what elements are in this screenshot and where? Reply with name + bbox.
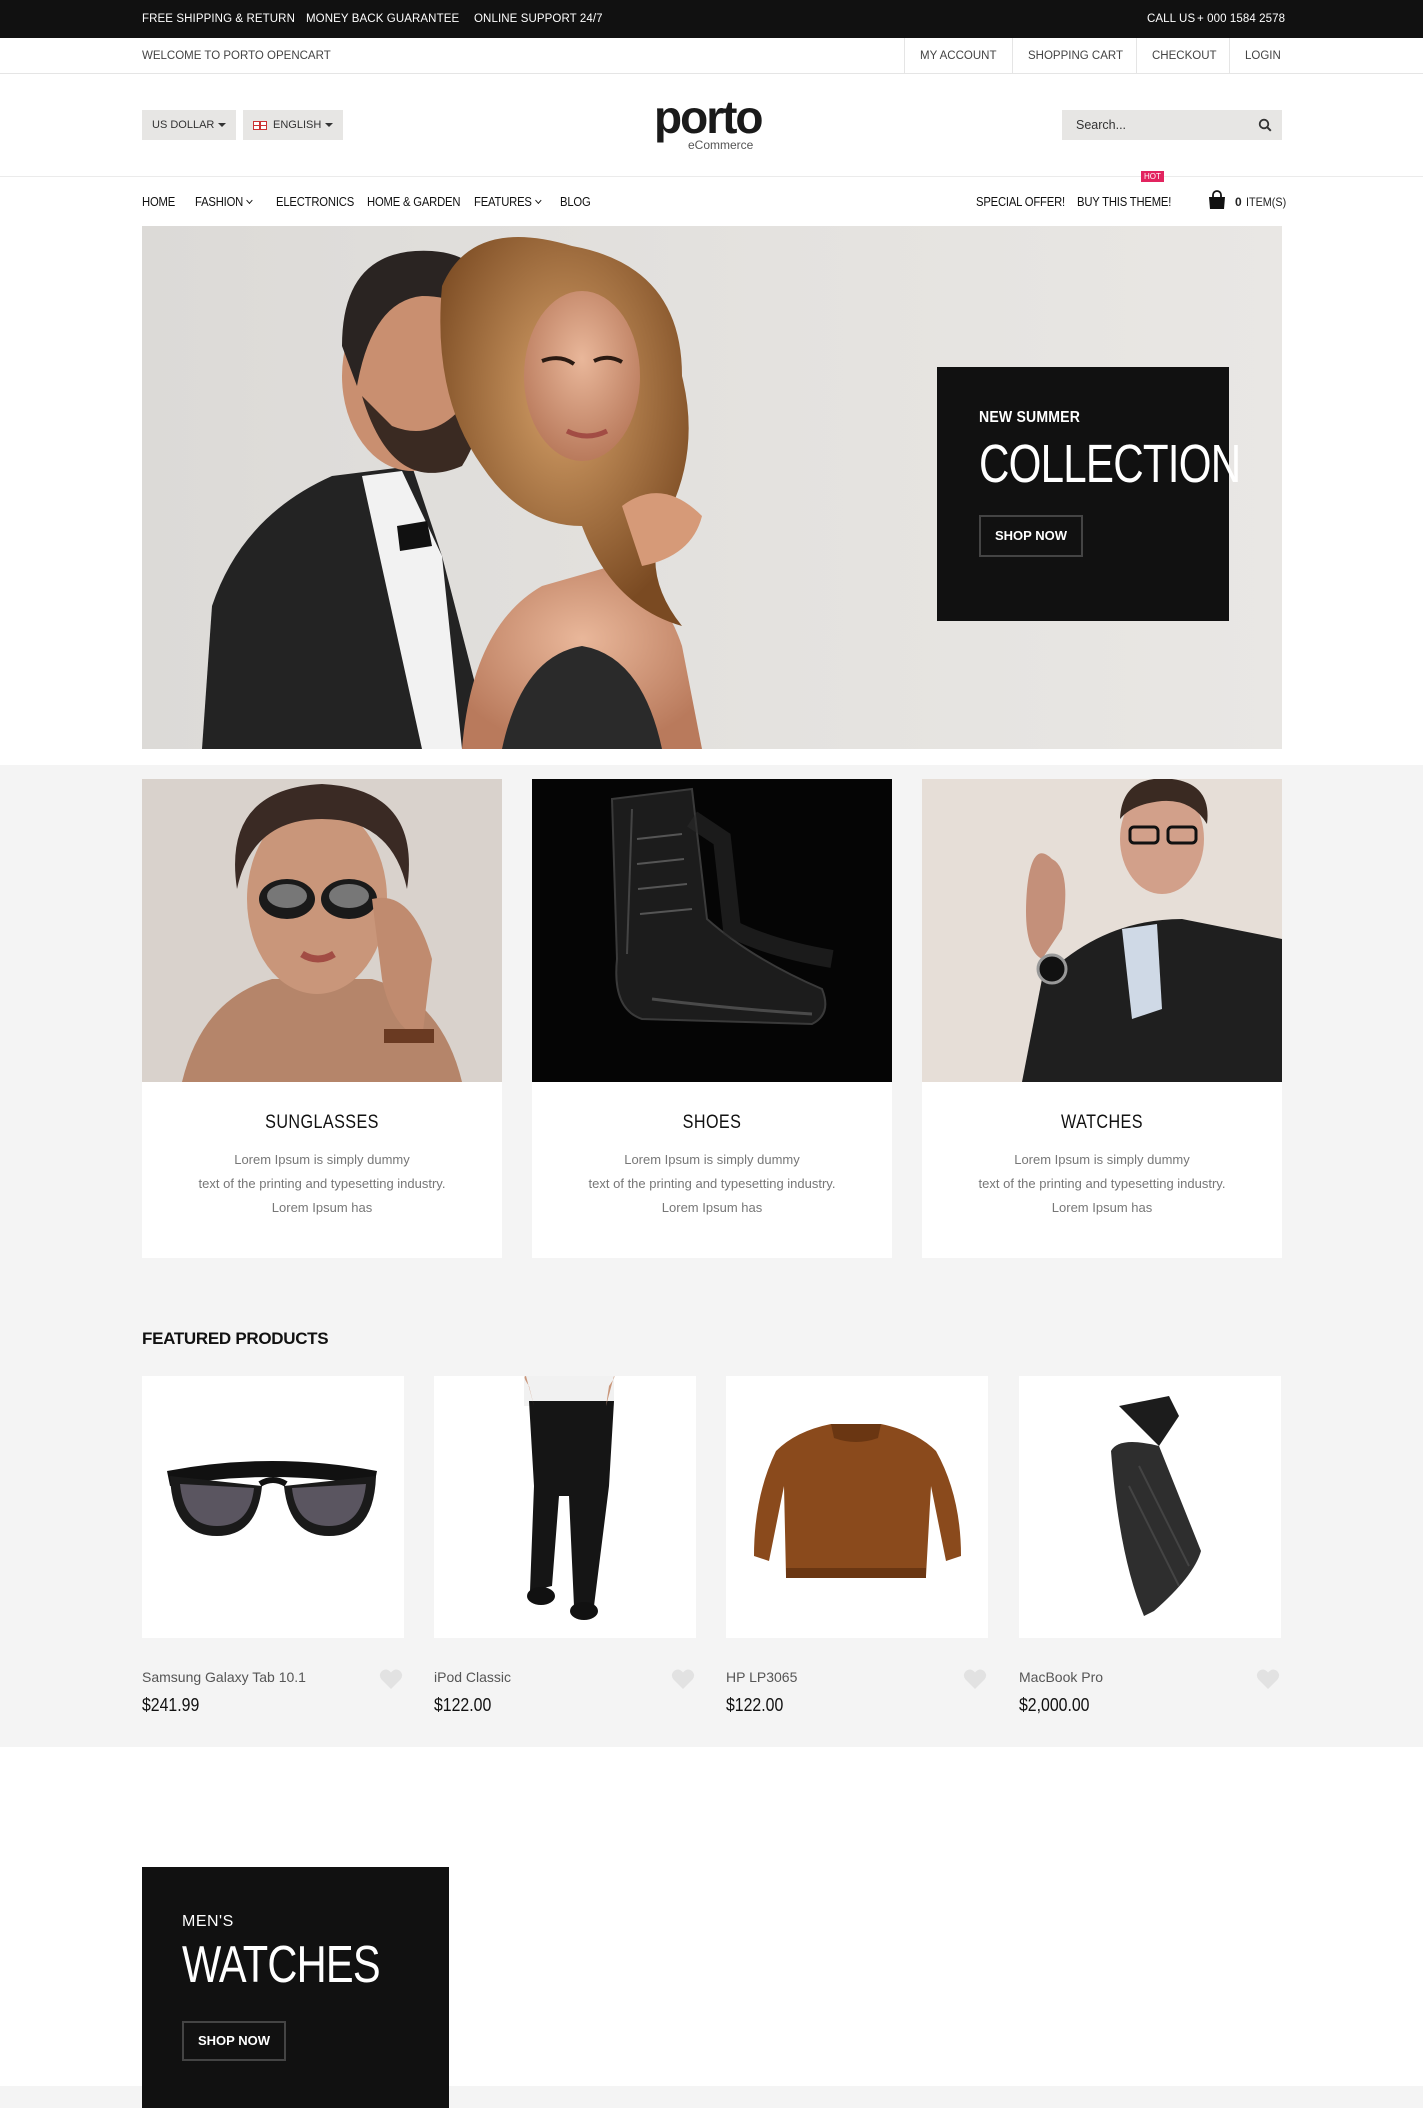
call-us-label: CALL US <box>1147 13 1196 25</box>
desc-line: Lorem Ipsum has <box>661 1200 763 1215</box>
desc-line: text of the printing and typesetting ind… <box>198 1176 446 1191</box>
promo-title: WATCHES <box>182 1936 381 1994</box>
nav-item-home[interactable]: HOME <box>142 195 175 209</box>
desc-line: Lorem Ipsum has <box>271 1200 373 1215</box>
desc-line: Lorem Ipsum has <box>1051 1200 1153 1215</box>
search-icon[interactable] <box>1258 118 1272 132</box>
currency-dropdown[interactable]: US DOLLAR <box>142 110 237 140</box>
hero-promo-box: NEW SUMMER COLLECTION SHOP NOW <box>937 367 1241 621</box>
cart-count: 0 <box>1235 195 1242 209</box>
divider <box>1012 38 1013 74</box>
product-name[interactable]: HP LP3065 <box>726 1669 797 1685</box>
caret-down-icon <box>218 123 227 128</box>
watches-image <box>922 779 1282 1082</box>
shopping-cart-link[interactable]: SHOPPING CART <box>1028 50 1123 62</box>
wishlist-heart-icon[interactable] <box>671 1668 695 1690</box>
logo-subtitle: eCommerce <box>688 138 754 152</box>
desc-line: text of the printing and typesetting ind… <box>978 1176 1226 1191</box>
header: US DOLLAR ENGLISH porto eCommerce <box>0 74 1423 177</box>
account-bar: WELCOME TO PORTO OPENCART MY ACCOUNT SHO… <box>0 38 1423 74</box>
product-image[interactable] <box>726 1376 988 1638</box>
product-image[interactable] <box>1019 1376 1281 1638</box>
free-shipping-text: FREE SHIPPING & RETURN <box>142 13 295 25</box>
divider <box>1136 38 1137 74</box>
buy-theme-link[interactable]: BUY THIS THEME! <box>1077 195 1171 209</box>
nav-item-blog[interactable]: BLOG <box>560 195 591 209</box>
nav-item-fashion[interactable]: FASHION <box>195 195 254 209</box>
support-text: ONLINE SUPPORT 24/7 <box>474 13 603 25</box>
wishlist-heart-icon[interactable] <box>1256 1668 1280 1690</box>
category-card-sunglasses[interactable]: SUNGLASSES Lorem Ipsum is simply dummy t… <box>142 779 502 1258</box>
category-card-shoes[interactable]: SHOES Lorem Ipsum is simply dummy text o… <box>532 779 892 1258</box>
product-image[interactable] <box>434 1376 696 1638</box>
top-bar: FREE SHIPPING & RETURN MONEY BACK GUARAN… <box>0 0 1423 38</box>
hot-badge: HOT <box>1141 171 1164 182</box>
shoes-image <box>532 779 892 1082</box>
product-price: $122.00 <box>434 1695 492 1715</box>
product-image[interactable] <box>142 1376 404 1638</box>
uk-flag-icon <box>253 120 267 130</box>
shopping-bag-icon <box>1209 190 1225 209</box>
product-name[interactable]: Samsung Galaxy Tab 10.1 <box>142 1669 306 1685</box>
hero-shop-now-button[interactable]: SHOP NOW <box>979 515 1083 557</box>
nav-label: BLOG <box>560 195 591 209</box>
wishlist-heart-icon[interactable] <box>963 1668 987 1690</box>
desc-line: Lorem Ipsum is simply dummy <box>624 1152 800 1167</box>
chevron-down-icon <box>246 196 254 205</box>
category-title: WATCHES <box>1061 1112 1143 1133</box>
login-link[interactable]: LOGIN <box>1245 50 1281 62</box>
my-account-link[interactable]: MY ACCOUNT <box>920 50 996 62</box>
category-description: Lorem Ipsum is simply dummy text of the … <box>922 1148 1282 1220</box>
special-offer-link[interactable]: SPECIAL OFFER! <box>976 195 1065 209</box>
category-title: SUNGLASSES <box>265 1112 379 1133</box>
desc-line: Lorem Ipsum is simply dummy <box>1014 1152 1190 1167</box>
money-back-text: MONEY BACK GUARANTEE <box>306 13 460 25</box>
nav-label: HOME & GARDEN <box>367 195 461 209</box>
featured-products-heading: FEATURED PRODUCTS <box>142 1329 329 1348</box>
search-box <box>1062 110 1282 140</box>
hero-title: COLLECTION <box>979 434 1241 494</box>
promo-shop-now-button[interactable]: SHOP NOW <box>182 2021 286 2061</box>
nav-item-features[interactable]: FEATURES <box>474 195 542 209</box>
cart-label: ITEM(S) <box>1246 195 1287 209</box>
hero-banner[interactable]: NEW SUMMER COLLECTION SHOP NOW <box>142 226 1282 749</box>
product-price: $241.99 <box>142 1695 200 1715</box>
nav-label: ELECTRONICS <box>276 195 355 209</box>
category-card-watches[interactable]: WATCHES Lorem Ipsum is simply dummy text… <box>922 779 1282 1258</box>
welcome-text: WELCOME TO PORTO OPENCART <box>142 50 331 62</box>
category-description: Lorem Ipsum is simply dummy text of the … <box>532 1148 892 1220</box>
category-description: Lorem Ipsum is simply dummy text of the … <box>142 1148 502 1220</box>
nav-item-electronics[interactable]: ELECTRONICS <box>276 195 354 209</box>
desc-line: Lorem Ipsum is simply dummy <box>234 1152 410 1167</box>
caret-down-icon <box>325 123 334 128</box>
nav-label: FASHION <box>195 195 244 209</box>
mens-watches-promo[interactable]: MEN'S WATCHES SHOP NOW <box>142 1867 449 2108</box>
product-price: $122.00 <box>726 1695 784 1715</box>
product-price: $2,000.00 <box>1019 1695 1090 1715</box>
divider <box>1229 38 1230 74</box>
language-dropdown[interactable]: ENGLISH <box>243 110 344 140</box>
phone-number: + 000 1584 2578 <box>1197 13 1286 25</box>
promo-subtitle: MEN'S <box>182 1913 234 1930</box>
page: FREE SHIPPING & RETURN MONEY BACK GUARAN… <box>0 0 1423 2108</box>
currency-label: US DOLLAR <box>152 119 215 131</box>
nav-item-home-garden[interactable]: HOME & GARDEN <box>367 195 460 209</box>
category-title: SHOES <box>682 1112 742 1133</box>
divider <box>904 38 905 74</box>
search-input[interactable] <box>1062 110 1252 140</box>
language-label: ENGLISH <box>273 119 322 131</box>
nav-label: FEATURES <box>474 195 532 209</box>
wishlist-heart-icon[interactable] <box>379 1668 403 1690</box>
hero-subtitle: NEW SUMMER <box>979 409 1081 426</box>
logo-word: porto <box>654 91 764 143</box>
nav-label: HOME <box>142 195 176 209</box>
sunglasses-image <box>142 779 502 1082</box>
product-name[interactable]: MacBook Pro <box>1019 1669 1103 1685</box>
logo[interactable]: porto eCommerce <box>654 91 774 152</box>
chevron-down-icon <box>535 196 542 205</box>
product-name[interactable]: iPod Classic <box>434 1669 511 1685</box>
desc-line: text of the printing and typesetting ind… <box>588 1176 836 1191</box>
checkout-link[interactable]: CHECKOUT <box>1152 50 1217 62</box>
